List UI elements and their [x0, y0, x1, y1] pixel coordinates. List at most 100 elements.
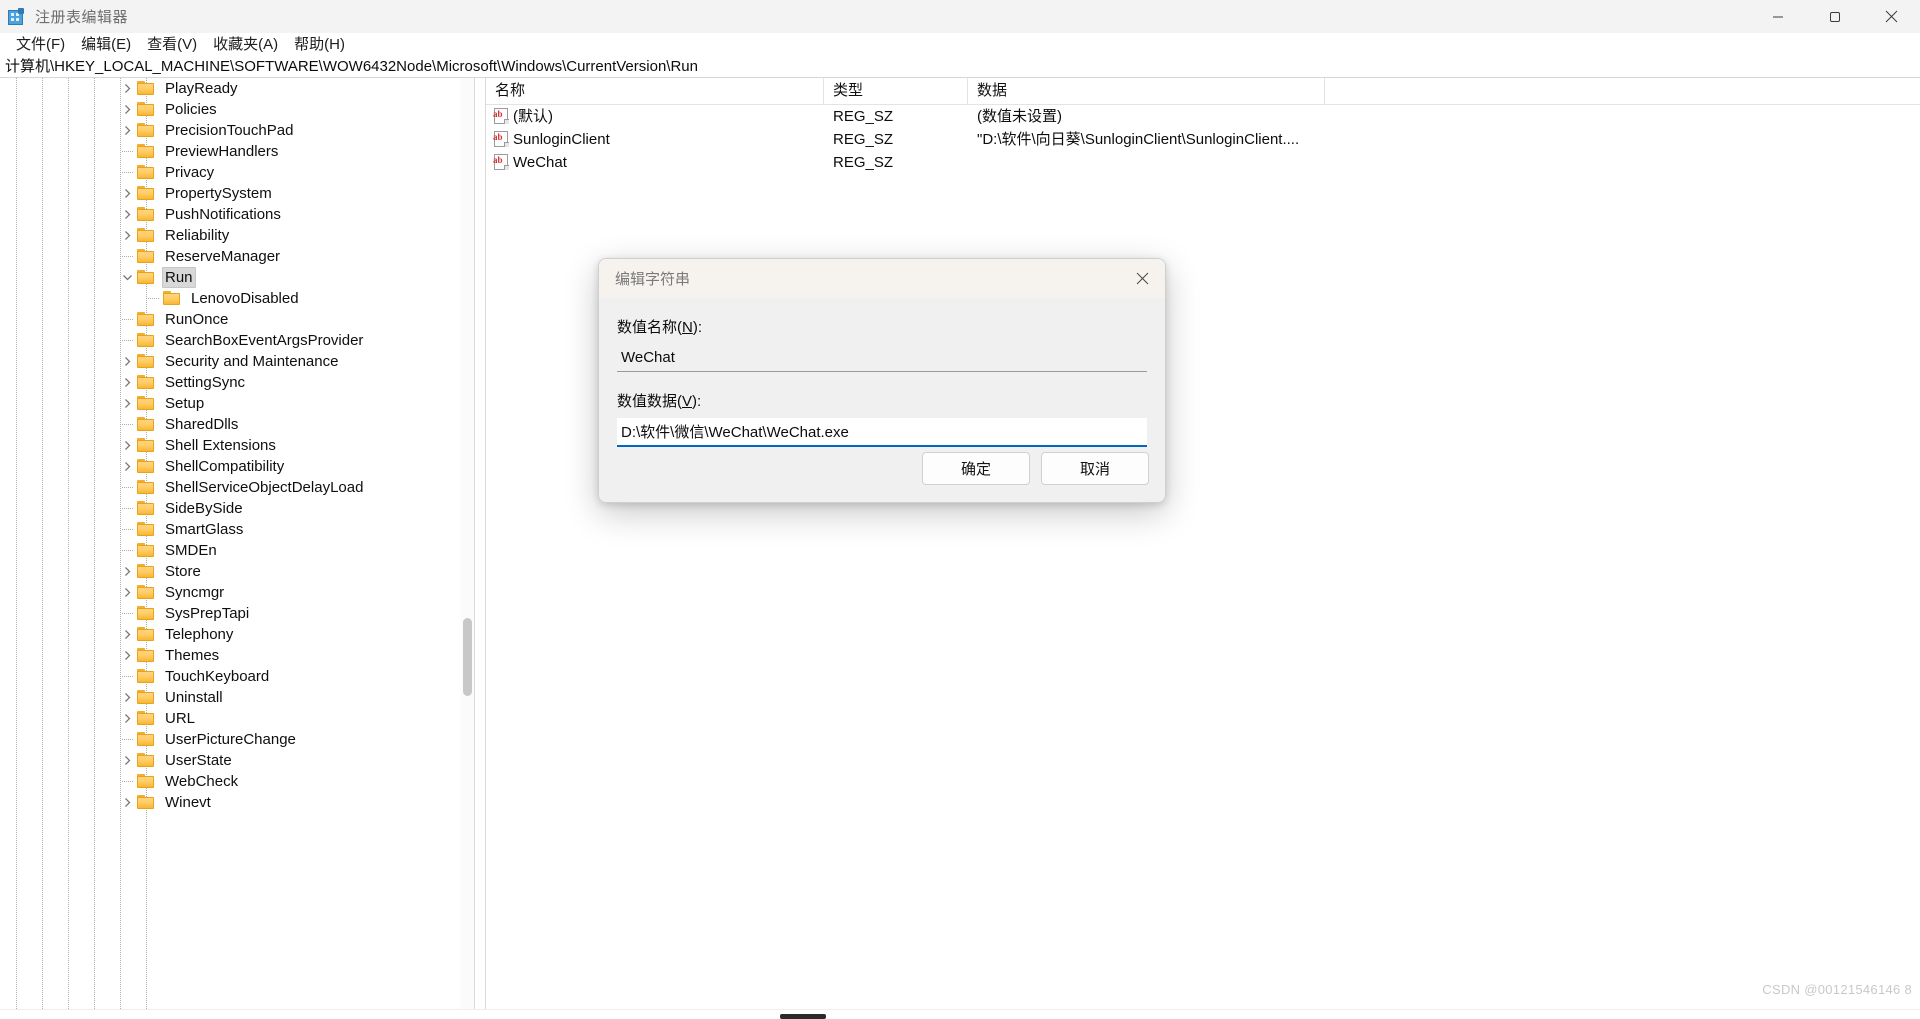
- tree-item[interactable]: Uninstall: [0, 687, 474, 708]
- menu-edit[interactable]: 编辑(E): [73, 34, 139, 56]
- address-bar[interactable]: 计算机\HKEY_LOCAL_MACHINE\SOFTWARE\WOW6432N…: [0, 56, 1920, 78]
- tree-item[interactable]: SmartGlass: [0, 519, 474, 540]
- folder-icon: [137, 375, 156, 390]
- tree-item-label: Winevt: [165, 794, 211, 811]
- chevron-right-icon[interactable]: [120, 396, 135, 411]
- chevron-right-icon[interactable]: [120, 711, 135, 726]
- tree-item-label: SearchBoxEventArgsProvider: [165, 332, 364, 349]
- close-icon: [1136, 272, 1149, 285]
- tree-item[interactable]: PropertySystem: [0, 183, 474, 204]
- tree-item[interactable]: LenovoDisabled: [0, 288, 474, 309]
- chevron-right-icon[interactable]: [120, 438, 135, 453]
- column-header-data[interactable]: 数据: [968, 78, 1325, 104]
- tree-item[interactable]: SearchBoxEventArgsProvider: [0, 330, 474, 351]
- tree-scrollbar-thumb[interactable]: [463, 618, 472, 696]
- tree-item[interactable]: TouchKeyboard: [0, 666, 474, 687]
- tree-item-label: Setup: [165, 395, 205, 412]
- tree-item[interactable]: ShellCompatibility: [0, 456, 474, 477]
- table-row[interactable]: ab WeChat REG_SZ: [486, 151, 1920, 174]
- value-data-input[interactable]: [617, 418, 1147, 447]
- menu-view[interactable]: 查看(V): [139, 34, 205, 56]
- tree-item-label: ShellCompatibility: [165, 458, 285, 475]
- table-row[interactable]: ab (默认) REG_SZ (数值未设置): [486, 105, 1920, 128]
- tree-item[interactable]: ShellServiceObjectDelayLoad: [0, 477, 474, 498]
- tree-item[interactable]: Setup: [0, 393, 474, 414]
- title-bar: 注册表编辑器: [0, 0, 1920, 34]
- dialog-buttons: 确定 取消: [922, 452, 1149, 485]
- cancel-button[interactable]: 取消: [1041, 452, 1149, 485]
- tree-item[interactable]: PlayReady: [0, 78, 474, 99]
- tree-item-label: Policies: [165, 101, 217, 118]
- tree-item[interactable]: Policies: [0, 99, 474, 120]
- chevron-right-icon[interactable]: [120, 123, 135, 138]
- tree-item[interactable]: Run: [0, 267, 474, 288]
- tree-item[interactable]: PrecisionTouchPad: [0, 120, 474, 141]
- chevron-right-icon[interactable]: [120, 648, 135, 663]
- tree-item-label: WebCheck: [165, 773, 239, 790]
- tree-item[interactable]: SharedDlls: [0, 414, 474, 435]
- tree-item[interactable]: Reliability: [0, 225, 474, 246]
- chevron-right-icon[interactable]: [120, 81, 135, 96]
- chevron-right-icon[interactable]: [120, 627, 135, 642]
- chevron-right-icon[interactable]: [120, 354, 135, 369]
- values-list[interactable]: ab (默认) REG_SZ (数值未设置) ab SunloginClient REG_S…: [486, 105, 1920, 174]
- ok-button[interactable]: 确定: [922, 452, 1030, 485]
- maximize-button[interactable]: [1806, 0, 1863, 33]
- chevron-right-icon[interactable]: [120, 585, 135, 600]
- registry-tree[interactable]: PlayReady Policies PrecisionTouchPad Previe…: [0, 78, 474, 813]
- close-button[interactable]: [1863, 0, 1920, 33]
- value-name-label: 数值名称(N):: [617, 319, 703, 336]
- menu-file[interactable]: 文件(F): [8, 34, 73, 56]
- chevron-right-icon[interactable]: [120, 207, 135, 222]
- chevron-right-icon[interactable]: [120, 102, 135, 117]
- tree-item[interactable]: WebCheck: [0, 771, 474, 792]
- cell-value-data: (数值未设置): [977, 108, 1062, 125]
- column-header-name[interactable]: 名称: [486, 78, 824, 104]
- tree-item[interactable]: UserPictureChange: [0, 729, 474, 750]
- cell-value-data: "D:\软件\向日葵\SunloginClient\SunloginClient…: [977, 131, 1300, 148]
- tree-item[interactable]: PushNotifications: [0, 204, 474, 225]
- tree-item[interactable]: SMDEn: [0, 540, 474, 561]
- pane-splitter[interactable]: [474, 78, 486, 1019]
- tree-item[interactable]: Shell Extensions: [0, 435, 474, 456]
- tree-item[interactable]: Themes: [0, 645, 474, 666]
- column-header-type[interactable]: 类型: [824, 78, 968, 104]
- chevron-right-icon[interactable]: [120, 186, 135, 201]
- chevron-right-icon[interactable]: [120, 753, 135, 768]
- menu-help[interactable]: 帮助(H): [286, 34, 353, 56]
- tree-item-label: LenovoDisabled: [191, 290, 299, 307]
- tree-scrollbar[interactable]: [461, 78, 474, 1019]
- chevron-right-icon[interactable]: [120, 228, 135, 243]
- tree-item[interactable]: Security and Maintenance: [0, 351, 474, 372]
- folder-icon: [137, 585, 156, 600]
- tree-item[interactable]: PreviewHandlers: [0, 141, 474, 162]
- chevron-right-icon[interactable]: [120, 375, 135, 390]
- menu-favorites[interactable]: 收藏夹(A): [205, 34, 286, 56]
- tree-item[interactable]: URL: [0, 708, 474, 729]
- tree-item[interactable]: Store: [0, 561, 474, 582]
- chevron-right-icon[interactable]: [120, 690, 135, 705]
- chevron-right-icon[interactable]: [120, 795, 135, 810]
- chevron-right-icon[interactable]: [120, 564, 135, 579]
- tree-item[interactable]: SysPrepTapi: [0, 603, 474, 624]
- tree-item[interactable]: Privacy: [0, 162, 474, 183]
- tree-item[interactable]: UserState: [0, 750, 474, 771]
- value-name-input[interactable]: [617, 344, 1147, 372]
- table-row[interactable]: ab SunloginClient REG_SZ "D:\软件\向日葵\Sunlogi…: [486, 128, 1920, 151]
- chevron-down-icon[interactable]: [120, 270, 135, 285]
- tree-item[interactable]: Syncmgr: [0, 582, 474, 603]
- cell-value-name: ab WeChat: [486, 152, 824, 173]
- dialog-close-button[interactable]: [1120, 259, 1165, 298]
- folder-icon: [137, 606, 156, 621]
- tree-item[interactable]: SettingSync: [0, 372, 474, 393]
- tree-item[interactable]: Winevt: [0, 792, 474, 813]
- minimize-button[interactable]: [1749, 0, 1806, 33]
- tree-item[interactable]: RunOnce: [0, 309, 474, 330]
- tree-leaf-connector: [120, 144, 135, 159]
- window-controls: [1749, 0, 1920, 33]
- tree-item[interactable]: SideBySide: [0, 498, 474, 519]
- chevron-right-icon[interactable]: [120, 459, 135, 474]
- folder-icon: [137, 228, 156, 243]
- tree-item[interactable]: ReserveManager: [0, 246, 474, 267]
- tree-item[interactable]: Telephony: [0, 624, 474, 645]
